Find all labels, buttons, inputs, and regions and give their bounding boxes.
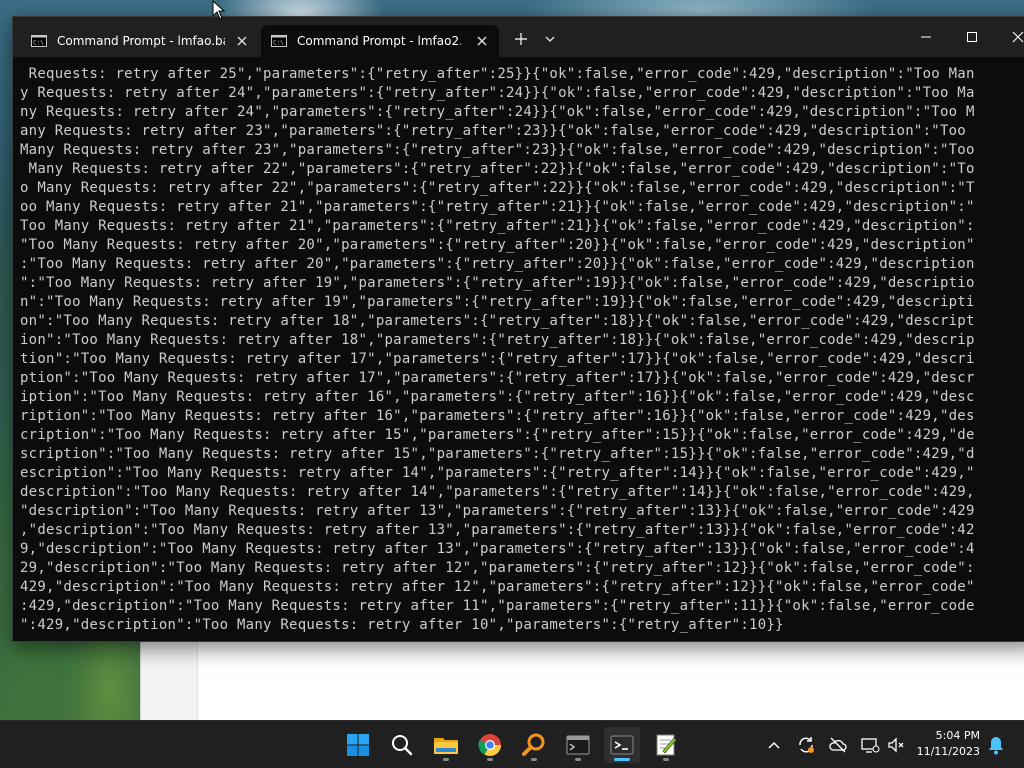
terminal-line: Too Many Requests: retry after 21","para…: [20, 218, 975, 234]
terminal-line: ription":"Too Many Requests: retry after…: [20, 408, 975, 424]
taskbar: 5:04 PM 11/11/2023: [0, 720, 1024, 768]
notepad-plus-icon: [656, 734, 677, 756]
windows-logo-icon: [347, 734, 369, 756]
chevron-down-icon[interactable]: [543, 33, 557, 45]
terminal-line: tion":"Too Many Requests: retry after 17…: [20, 351, 975, 367]
background-window: [140, 640, 1024, 720]
minimize-icon[interactable]: [913, 25, 939, 49]
terminal-line: "Too Many Requests: retry after 20","par…: [20, 237, 975, 253]
search-button[interactable]: [384, 727, 420, 763]
clock[interactable]: 5:04 PM 11/11/2023: [912, 728, 980, 760]
terminal-line: y Requests: retry after 24","parameters"…: [20, 85, 975, 101]
file-explorer-button[interactable]: [428, 727, 464, 763]
folder-icon: [434, 738, 458, 754]
tab-lmfao2[interactable]: C:\ Command Prompt - lmfao2.bat: [261, 25, 499, 57]
background-window-content: [197, 640, 1024, 720]
terminal-line: cription":"Too Many Requests: retry afte…: [20, 427, 975, 443]
terminal-line: Many Requests: retry after 22","paramete…: [20, 161, 975, 177]
svg-text:C:\: C:\: [33, 40, 44, 47]
terminal-line: n":"Too Many Requests: retry after 19","…: [20, 294, 975, 310]
running-indicator: [443, 758, 449, 761]
terminal-active-icon: [610, 735, 634, 755]
windows-terminal-button[interactable]: [604, 727, 640, 763]
close-window-icon[interactable]: [1005, 25, 1024, 49]
terminal-line: Many Requests: retry after 23","paramete…: [20, 142, 975, 158]
search-tool-button[interactable]: [516, 727, 552, 763]
start-button[interactable]: [340, 727, 376, 763]
terminal-line: "description":"Too Many Requests: retry …: [20, 503, 975, 519]
tab-title: Command Prompt - lmfao2.bat: [297, 34, 461, 48]
sync-icon[interactable]: [796, 735, 816, 755]
chrome-icon: [478, 734, 501, 756]
command-prompt-icon: C:\: [31, 35, 47, 47]
terminal-window: C:\ Command Prompt - lmfao.bat C:\ Comma…: [12, 16, 1024, 642]
terminal-output[interactable]: Requests: retry after 25","parameters":{…: [13, 57, 1024, 641]
volume-muted-icon[interactable]: [886, 735, 906, 755]
tab-lmfao[interactable]: C:\ Command Prompt - lmfao.bat: [21, 25, 259, 57]
network-icon[interactable]: [860, 735, 880, 755]
terminal-line: :429,"description":"Too Many Requests: r…: [20, 598, 975, 614]
terminal-line: o Many Requests: retry after 22","parame…: [20, 180, 975, 196]
magnifier-orange-icon: [522, 733, 545, 756]
terminal-line: scription":"Too Many Requests: retry aft…: [20, 446, 975, 462]
clock-date: 11/11/2023: [916, 745, 980, 758]
terminal-button[interactable]: [560, 727, 596, 763]
terminal-line: description":"Too Many Requests: retry a…: [20, 484, 975, 500]
terminal-line: ption":"Too Many Requests: retry after 1…: [20, 370, 975, 386]
running-indicator: [663, 758, 669, 761]
close-tab-icon[interactable]: [475, 34, 489, 48]
terminal-line: ":"Too Many Requests: retry after 19","p…: [20, 275, 975, 291]
svg-text:C:\: C:\: [273, 40, 284, 47]
search-icon: [392, 735, 413, 756]
terminal-line: Requests: retry after 25","parameters":{…: [20, 66, 975, 82]
terminal-line: 429,"description":"Too Many Requests: re…: [20, 579, 975, 595]
terminal-line: 9,"description":"Too Many Requests: retr…: [20, 541, 975, 557]
new-tab-plus-icon[interactable]: [513, 31, 529, 47]
terminal-line: iption":"Too Many Requests: retry after …: [20, 389, 975, 405]
terminal-line: on":"Too Many Requests: retry after 18",…: [20, 313, 975, 329]
cloud-off-icon[interactable]: [828, 735, 848, 755]
chrome-button[interactable]: [472, 727, 508, 763]
notification-bell-icon[interactable]: [986, 734, 1006, 756]
maximize-icon[interactable]: [959, 25, 985, 49]
clock-time: 5:04 PM: [935, 729, 980, 742]
chevron-up-icon[interactable]: [764, 735, 784, 755]
title-bar[interactable]: C:\ Command Prompt - lmfao.bat C:\ Comma…: [13, 17, 1024, 57]
terminal-line: any Requests: retry after 23","parameter…: [20, 123, 966, 139]
mouse-cursor-icon: [212, 0, 226, 20]
running-indicator: [487, 758, 493, 761]
terminal-line: ":429,"description":"Too Many Requests: …: [20, 617, 784, 633]
running-indicator: [531, 758, 537, 761]
terminal-line: ,"description":"Too Many Requests: retry…: [20, 522, 975, 538]
close-tab-icon[interactable]: [235, 34, 249, 48]
terminal-line: oo Many Requests: retry after 21","param…: [20, 199, 975, 215]
command-prompt-icon: C:\: [271, 35, 287, 47]
notepad-plus-button[interactable]: [648, 727, 684, 763]
terminal-line: 29,"description":"Too Many Requests: ret…: [20, 560, 975, 576]
terminal-line: ny Requests: retry after 24","parameters…: [20, 104, 975, 120]
running-indicator: [575, 758, 581, 761]
terminal-line: :"Too Many Requests: retry after 20","pa…: [20, 256, 975, 272]
terminal-icon: [566, 735, 590, 755]
terminal-line: escription":"Too Many Requests: retry af…: [20, 465, 975, 481]
active-indicator: [614, 758, 630, 761]
tab-title: Command Prompt - lmfao.bat: [57, 34, 225, 48]
terminal-line: ion":"Too Many Requests: retry after 18"…: [20, 332, 975, 348]
